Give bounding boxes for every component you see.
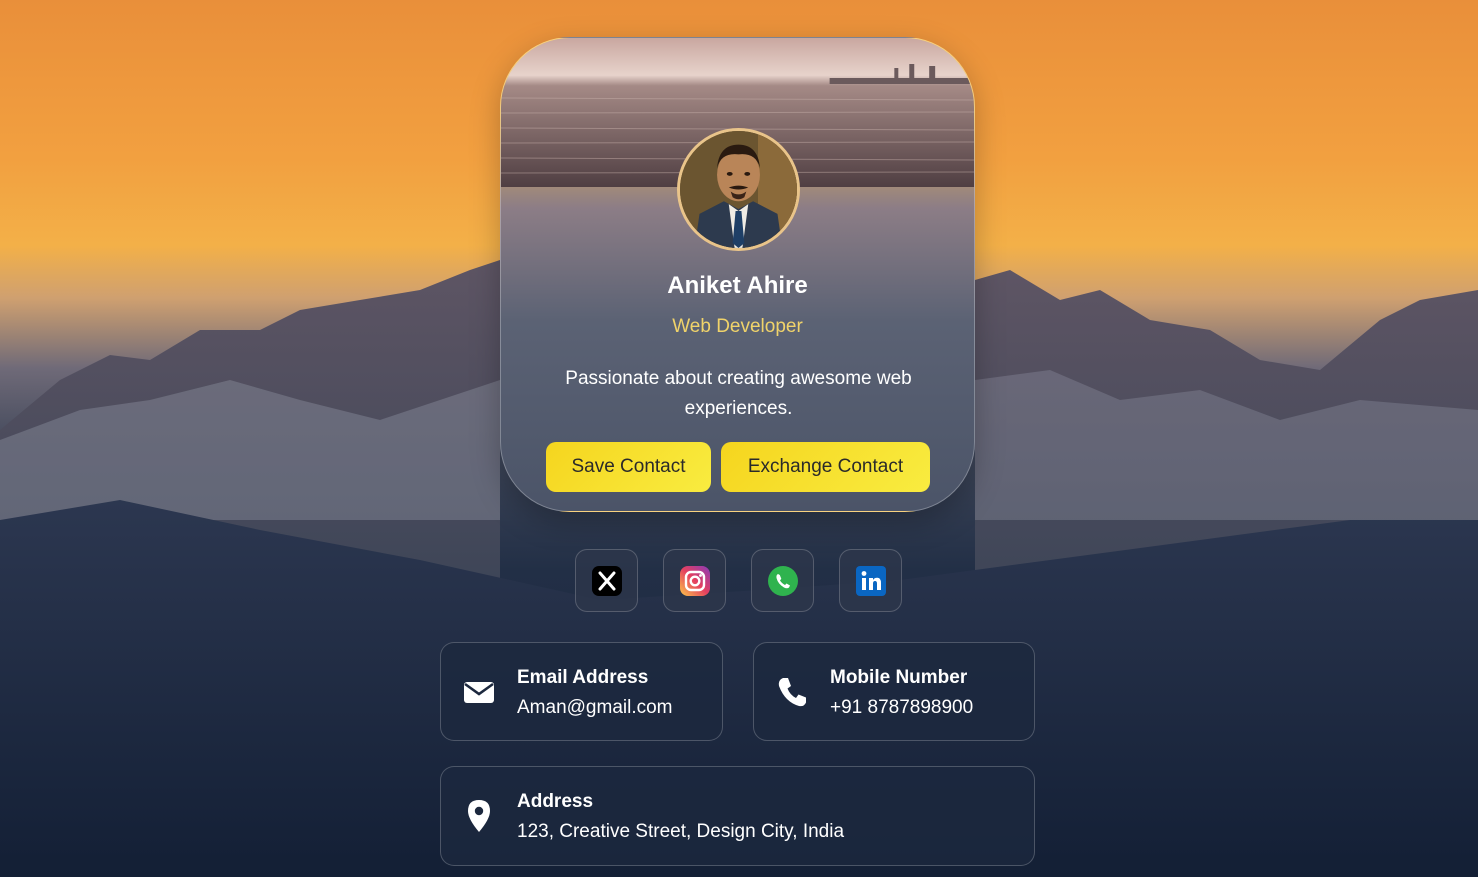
mobile-value: +91 8787898900 — [830, 697, 974, 718]
mobile-label: Mobile Number — [830, 667, 968, 688]
social-instagram-button[interactable] — [663, 549, 726, 612]
save-contact-button[interactable]: Save Contact — [546, 442, 711, 492]
linkedin-icon — [855, 565, 886, 596]
avatar — [677, 128, 800, 251]
map-pin-icon — [463, 799, 495, 833]
profile-card: Aniket Ahire Web Developer Passionate ab… — [500, 37, 975, 512]
social-links — [575, 549, 902, 612]
instagram-icon — [679, 565, 710, 596]
address-value: 123, Creative Street, Design City, India — [517, 821, 845, 842]
x-twitter-icon — [591, 565, 622, 596]
address-card[interactable]: Address 123, Creative Street, Design Cit… — [440, 766, 1035, 866]
social-linkedin-button[interactable] — [839, 549, 902, 612]
profile-bio: Passionate about creating awesome web ex… — [565, 368, 912, 419]
exchange-contact-button[interactable]: Exchange Contact — [721, 442, 930, 492]
address-label: Address — [517, 791, 594, 812]
email-card[interactable]: Email Address Aman@gmail.com — [440, 642, 723, 741]
email-value: Aman@gmail.com — [517, 697, 673, 718]
social-x-button[interactable] — [575, 549, 638, 612]
mobile-card[interactable]: Mobile Number +91 8787898900 — [753, 642, 1035, 741]
email-label: Email Address — [517, 667, 649, 688]
profile-name: Aniket Ahire — [667, 272, 808, 299]
envelope-icon — [463, 675, 495, 709]
social-whatsapp-button[interactable] — [751, 549, 814, 612]
phone-icon — [776, 675, 808, 709]
whatsapp-icon — [767, 565, 798, 596]
profile-role: Web Developer — [672, 316, 803, 337]
